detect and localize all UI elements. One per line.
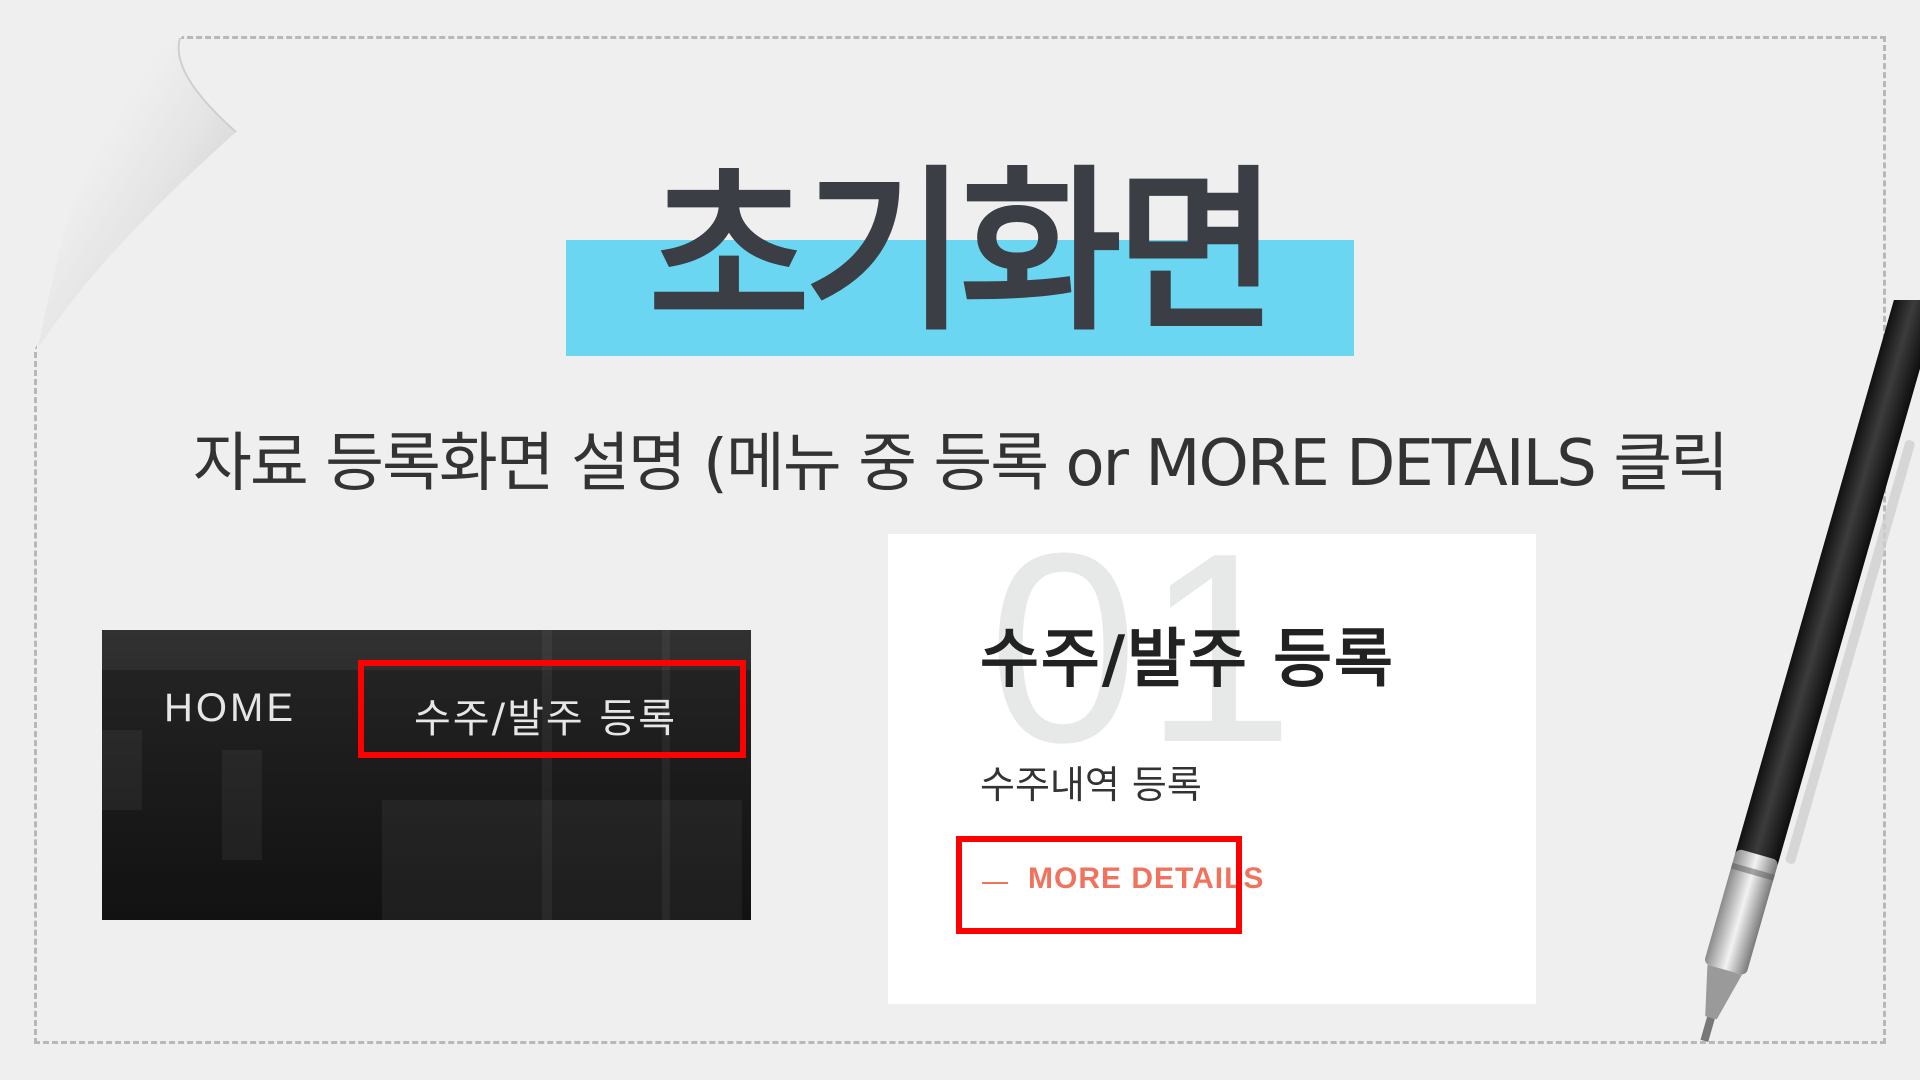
pen-icon	[1700, 300, 1920, 1042]
page-title: 초기화면	[648, 150, 1278, 355]
card-title: 수주/발주 등록	[980, 623, 1395, 697]
subtitle: 자료 등록화면 설명 (메뉴 중 등록 or MORE DETAILS 클릭	[192, 427, 1729, 501]
nav-register-callout	[358, 660, 746, 758]
title-block: 초기화면	[566, 150, 1354, 356]
page-curl-decoration	[34, 36, 238, 350]
nav-bg-block	[222, 750, 262, 860]
service-card-screenshot: 01 수주/발주 등록 수주내역 등록 MORE DETAILS	[888, 534, 1536, 1004]
nav-bg-block	[102, 730, 142, 810]
nav-bg-block	[382, 800, 742, 920]
nav-screenshot: HOME 수주/발주 등록	[102, 630, 751, 920]
card-description: 수주내역 등록	[980, 763, 1202, 807]
nav-home-link[interactable]: HOME	[164, 686, 296, 731]
more-details-callout	[956, 836, 1242, 934]
slide: 초기화면 자료 등록화면 설명 (메뉴 중 등록 or MORE DETAILS…	[0, 0, 1920, 1080]
